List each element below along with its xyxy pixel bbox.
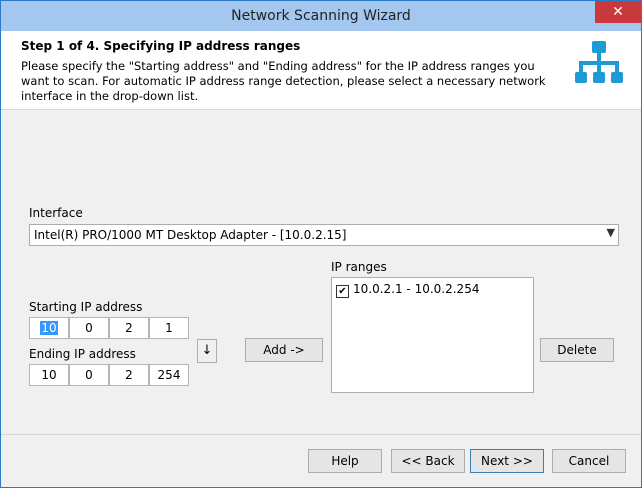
step-description: Please specify the "Starting address" an… <box>21 59 546 103</box>
range-text: 10.0.2.1 - 10.0.2.254 <box>353 282 480 296</box>
back-button[interactable]: << Back <box>391 449 465 473</box>
start-octet-2[interactable]: 0 <box>69 317 109 339</box>
ip-ranges-list[interactable]: ✔ 10.0.2.1 - 10.0.2.254 <box>331 277 534 393</box>
list-item[interactable]: ✔ 10.0.2.1 - 10.0.2.254 <box>336 281 480 298</box>
end-octet-3[interactable]: 2 <box>109 364 149 386</box>
help-button[interactable]: Help <box>308 449 382 473</box>
close-button[interactable]: ✕ <box>595 1 641 23</box>
chevron-down-icon: ▼ <box>606 226 615 239</box>
interface-value: Intel(R) PRO/1000 MT Desktop Adapter - [… <box>34 228 347 242</box>
ending-ip-label: Ending IP address <box>29 347 136 361</box>
title-bar[interactable]: Network Scanning Wizard ✕ <box>1 1 641 31</box>
arrow-down-icon: ↓ <box>201 343 213 358</box>
wizard-header: Step 1 of 4. Specifying IP address range… <box>1 31 641 110</box>
network-icon <box>575 41 623 83</box>
copy-down-button[interactable]: ↓ <box>197 339 217 363</box>
ip-ranges-label: IP ranges <box>331 260 387 274</box>
start-octet-3[interactable]: 2 <box>109 317 149 339</box>
interface-label: Interface <box>29 206 83 220</box>
end-octet-4[interactable]: 254 <box>149 364 189 386</box>
close-icon: ✕ <box>612 4 624 20</box>
next-button[interactable]: Next >> <box>470 449 544 473</box>
add-button[interactable]: Add -> <box>245 338 323 362</box>
range-checkbox[interactable]: ✔ <box>336 285 349 298</box>
wizard-window: Network Scanning Wizard ✕ Step 1 of 4. S… <box>0 0 642 488</box>
check-icon: ✔ <box>338 286 347 297</box>
step-title: Step 1 of 4. Specifying IP address range… <box>21 39 301 53</box>
cancel-button[interactable]: Cancel <box>552 449 626 473</box>
end-octet-2[interactable]: 0 <box>69 364 109 386</box>
starting-ip-label: Starting IP address <box>29 300 143 314</box>
start-octet-1[interactable]: 10 <box>29 317 69 339</box>
start-octet-4[interactable]: 1 <box>149 317 189 339</box>
interface-dropdown[interactable]: Intel(R) PRO/1000 MT Desktop Adapter - [… <box>29 224 619 246</box>
end-octet-1[interactable]: 10 <box>29 364 69 386</box>
window-title: Network Scanning Wizard <box>231 8 411 24</box>
delete-button[interactable]: Delete <box>540 338 614 362</box>
footer-divider <box>1 434 641 435</box>
